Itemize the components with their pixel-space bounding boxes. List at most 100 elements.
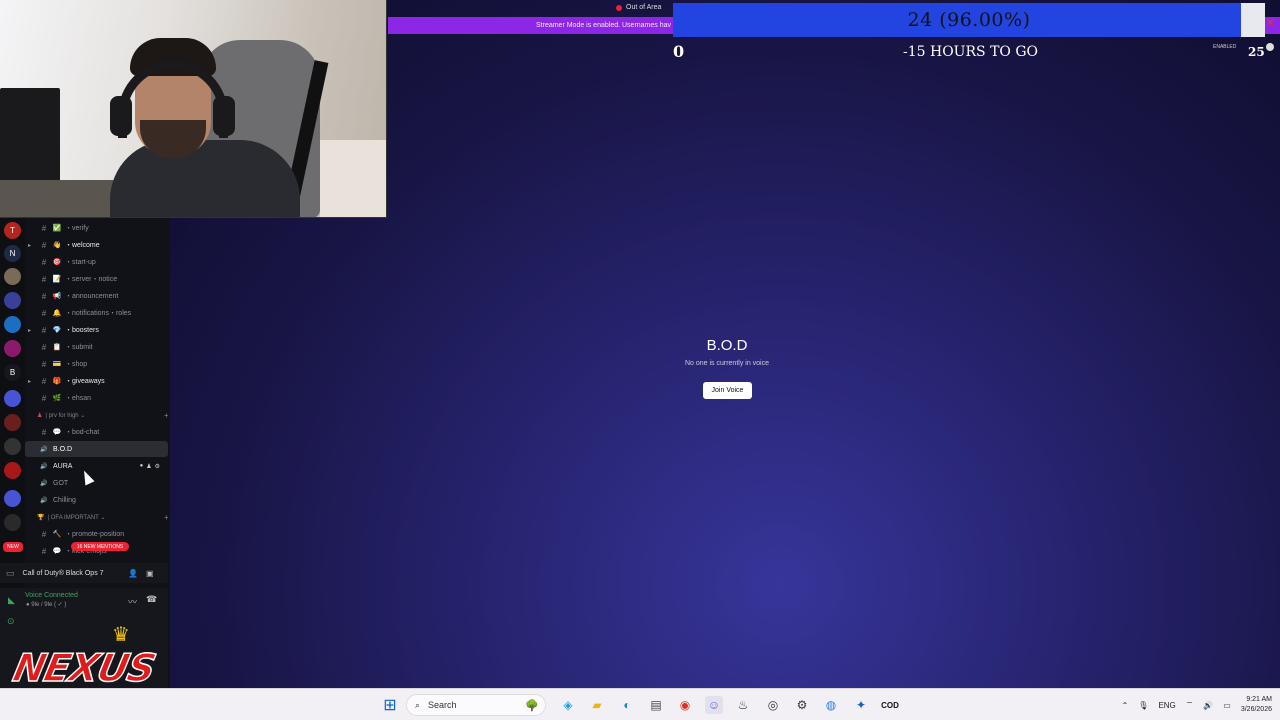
channel-item[interactable]: # 🔨 ・promote-position — [25, 526, 168, 542]
copilot-icon[interactable]: ◈ — [559, 696, 577, 714]
store-icon[interactable]: ▤ — [647, 696, 665, 714]
channel-label: ・server・notice — [65, 276, 118, 283]
server-icon[interactable]: N — [4, 245, 21, 262]
expand-caret-icon[interactable]: ▸ — [28, 378, 31, 385]
category-header[interactable]: ♟ | prv for high ⌄ + — [37, 411, 168, 420]
channel-emoji-icon: 💬 — [52, 548, 62, 555]
channel-item[interactable]: 🔊 AURA ● ♟ ⚙ — [25, 458, 168, 474]
wifi-icon[interactable]: ⌔ — [1186, 700, 1194, 710]
server-icon[interactable] — [4, 340, 21, 357]
taskbar-clock[interactable]: 9:21 AM 3/26/2026 — [1241, 695, 1272, 715]
close-banner-icon[interactable]: ✕ — [1266, 18, 1274, 29]
window-title-text: Out of Area — [626, 4, 662, 11]
channel-item[interactable]: 🔊 Chilling — [25, 492, 168, 508]
channel-item[interactable]: # 💳 ・shop — [25, 356, 168, 372]
noise-suppression-icon[interactable]: 〰 — [128, 595, 137, 608]
channel-item[interactable]: # 🔔 ・notifications・roles — [25, 305, 168, 321]
channel-label: ・boosters — [65, 327, 99, 334]
start-menu-icon[interactable]: ⊞ — [381, 696, 399, 714]
server-icon[interactable] — [4, 292, 21, 309]
search-icon: ⌕ — [415, 699, 421, 710]
steam-icon[interactable]: ♨ — [734, 696, 752, 714]
invite-icon[interactable]: ♟ — [146, 463, 151, 470]
microphone-icon[interactable]: 🎙 — [1138, 701, 1148, 710]
server-icon[interactable] — [4, 390, 21, 407]
server-icon[interactable] — [4, 438, 21, 455]
settings-gear-icon[interactable]: ⚙ — [793, 696, 811, 714]
channel-item[interactable]: # 📋 ・submit — [25, 339, 168, 355]
taskbar-search[interactable]: ⌕ Search 🌳 — [406, 694, 546, 716]
text-channel-icon: # — [41, 359, 47, 369]
channel-settings-icon[interactable]: ⚙ — [155, 463, 160, 470]
server-icon[interactable] — [4, 490, 21, 507]
channel-emoji-icon: 📢 — [52, 293, 62, 300]
call-of-duty-icon[interactable]: COD — [881, 696, 899, 714]
capture-icon[interactable]: ◎ — [764, 696, 782, 714]
goal-progress-bar: 24 (96.00%) — [673, 3, 1265, 37]
add-friend-icon[interactable]: 👤 — [128, 569, 138, 578]
battery-icon[interactable]: ▭ — [1223, 701, 1231, 710]
channel-item[interactable]: # 🌿 ・ehsan — [25, 390, 168, 406]
screen-share-icon[interactable]: ▣ — [146, 569, 154, 578]
channel-emoji-icon: 💳 — [52, 361, 62, 368]
server-icon[interactable] — [4, 414, 21, 431]
channel-item[interactable]: # 🎯 ・start-up — [25, 254, 168, 270]
edge-browser-icon[interactable]: ◐ — [618, 696, 636, 714]
language-indicator[interactable]: ENG — [1158, 701, 1175, 710]
text-channel-icon: # — [41, 342, 47, 352]
add-channel-icon[interactable]: + — [164, 411, 168, 420]
channel-item[interactable]: # 📝 ・server・notice — [25, 271, 168, 287]
channel-emoji-icon: 👋 — [52, 242, 62, 249]
voice-channel-status: No one is currently in voice — [684, 360, 770, 367]
chat-bubble-icon[interactable]: ● — [140, 463, 144, 470]
text-channel-icon: # — [41, 257, 47, 267]
streamer-mode-text: Streamer Mode is enabled. Usernames hav — [536, 22, 672, 29]
disconnect-icon[interactable]: ☎ — [146, 594, 157, 605]
channel-item[interactable]: ▸ # 🎁 ・giveaways — [25, 373, 168, 389]
server-icon[interactable] — [4, 514, 21, 531]
clock-time: 9:21 AM — [1246, 696, 1272, 703]
server-icon[interactable] — [4, 316, 21, 333]
voice-channel-icon: 🔊 — [40, 480, 48, 487]
channel-item[interactable]: 🔊 B.O.D — [25, 441, 168, 457]
server-icon[interactable]: T — [4, 222, 21, 239]
toggle-knob-icon[interactable] — [1266, 43, 1275, 51]
channel-item[interactable]: ▸ # 👋 ・welcome — [25, 237, 168, 253]
channel-label: ・announcement — [65, 293, 119, 300]
file-explorer-icon[interactable]: ▰ — [588, 696, 606, 714]
server-icon[interactable] — [4, 268, 21, 285]
signal-icon[interactable]: ◣ — [8, 595, 15, 606]
volume-icon[interactable]: 🔊 — [1203, 701, 1213, 710]
channel-label: ・bod-chat — [65, 429, 100, 436]
discord-icon[interactable]: ☺ — [705, 696, 723, 714]
channel-item[interactable]: 🔊 GOT — [25, 475, 168, 491]
new-servers-pill[interactable]: NEW — [3, 542, 23, 552]
channel-item[interactable]: # ✅ ・verify — [25, 220, 168, 236]
join-voice-button[interactable]: Join Voice — [703, 382, 752, 399]
activity-icon[interactable]: ⊙ — [7, 616, 15, 627]
chevron-up-icon[interactable]: ⌃ — [1122, 701, 1129, 710]
channel-emoji-icon: 🔨 — [52, 531, 62, 538]
channel-label: GOT — [53, 479, 69, 487]
expand-caret-icon[interactable]: ▸ — [28, 242, 31, 249]
goal-time-remaining: -15 HOURS TO GO — [903, 44, 1038, 60]
trophy-icon: 🏆 — [37, 515, 45, 521]
add-channel-icon[interactable]: + — [164, 513, 168, 522]
obs-icon[interactable]: ◍ — [822, 696, 840, 714]
category-label: | prv for high ⌄ — [45, 413, 86, 419]
chrome-icon[interactable]: ◉ — [676, 696, 694, 714]
new-mentions-pill[interactable]: 16 NEW MENTIONS — [71, 542, 129, 551]
channel-label: ・notifications・roles — [65, 310, 132, 317]
channel-list: # ✅ ・verify ▸ # 👋 ・welcome # 🎯 ・start-up # 📝 ・server… — [25, 220, 168, 560]
category-header[interactable]: 🏆 | OFA IMPORTANT ⌄ + — [37, 513, 168, 522]
voice-connected-label[interactable]: Voice Connected — [25, 592, 78, 599]
channel-label: ・promote-position — [65, 531, 125, 538]
enabled-label: ENABLED — [1213, 44, 1237, 50]
channel-item[interactable]: ▸ # 💎 ・boosters — [25, 322, 168, 338]
channel-item[interactable]: # 💬 ・bod-chat — [25, 424, 168, 440]
expand-caret-icon[interactable]: ▸ — [28, 327, 31, 334]
server-icon[interactable] — [4, 462, 21, 479]
channel-item[interactable]: # 📢 ・announcement — [25, 288, 168, 304]
server-icon[interactable]: B — [4, 364, 21, 381]
battlenet-icon[interactable]: ✦ — [852, 696, 870, 714]
